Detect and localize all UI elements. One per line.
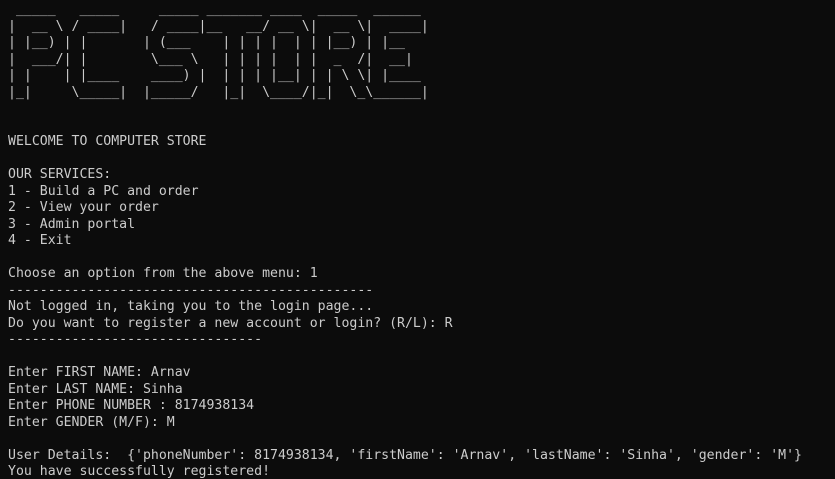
phone-number-prompt: Enter PHONE NUMBER : 8174938134 xyxy=(8,398,255,413)
menu-option-view-order: 2 - View your order xyxy=(8,200,159,215)
logo-line: | __ \ / ____| / ____|__ __/ __ \| __ \|… xyxy=(8,18,429,34)
logo-line: |_| \_____| |_____/ |_| \____/|_| \_\___… xyxy=(8,84,429,100)
gender-prompt: Enter GENDER (M/F): M xyxy=(8,414,175,430)
register-or-login-prompt: Do you want to register a new account or… xyxy=(8,315,453,331)
first-name-prompt: Enter FIRST NAME: Arnav xyxy=(8,365,191,380)
menu-choice-prompt: Choose an option from the above menu: 1 xyxy=(8,266,318,281)
terminal-window[interactable]: _____ _____ _____ _______ ____ _____ ___… xyxy=(0,0,835,479)
registration-success-message: You have successfully registered! xyxy=(8,464,271,479)
logo-line: | |__) | | | (___ | | | | | | |__) | |__ xyxy=(8,35,429,50)
logo-line: | | | |____ ____) | | | | |__| | | \ \| … xyxy=(8,68,429,83)
menu-option-exit: 4 - Exit xyxy=(8,233,72,248)
services-heading: OUR SERVICES: xyxy=(8,167,112,182)
divider: -------------------------------- xyxy=(8,332,263,347)
pc-store-ascii-logo: _____ _____ _____ _______ ____ _____ ___… xyxy=(8,2,835,101)
divider: ----------------------------------------… xyxy=(8,282,374,298)
terminal-output: WELCOME TO COMPUTER STORE OUR SERVICES: … xyxy=(8,101,835,479)
welcome-heading: WELCOME TO COMPUTER STORE xyxy=(8,134,207,149)
menu-option-admin-portal: 3 - Admin portal xyxy=(8,216,136,232)
logo-line: | ___/| | \___ \ | | | | | | _ /| __| xyxy=(8,51,429,67)
menu-option-build-pc: 1 - Build a PC and order xyxy=(8,183,199,199)
last-name-prompt: Enter LAST NAME: Sinha xyxy=(8,381,183,397)
logo-line: _____ _____ _____ _______ ____ _____ ___… xyxy=(8,2,429,17)
user-details-output: User Details: {'phoneNumber': 8174938134… xyxy=(8,447,802,463)
login-status-message: Not logged in, taking you to the login p… xyxy=(8,299,374,314)
